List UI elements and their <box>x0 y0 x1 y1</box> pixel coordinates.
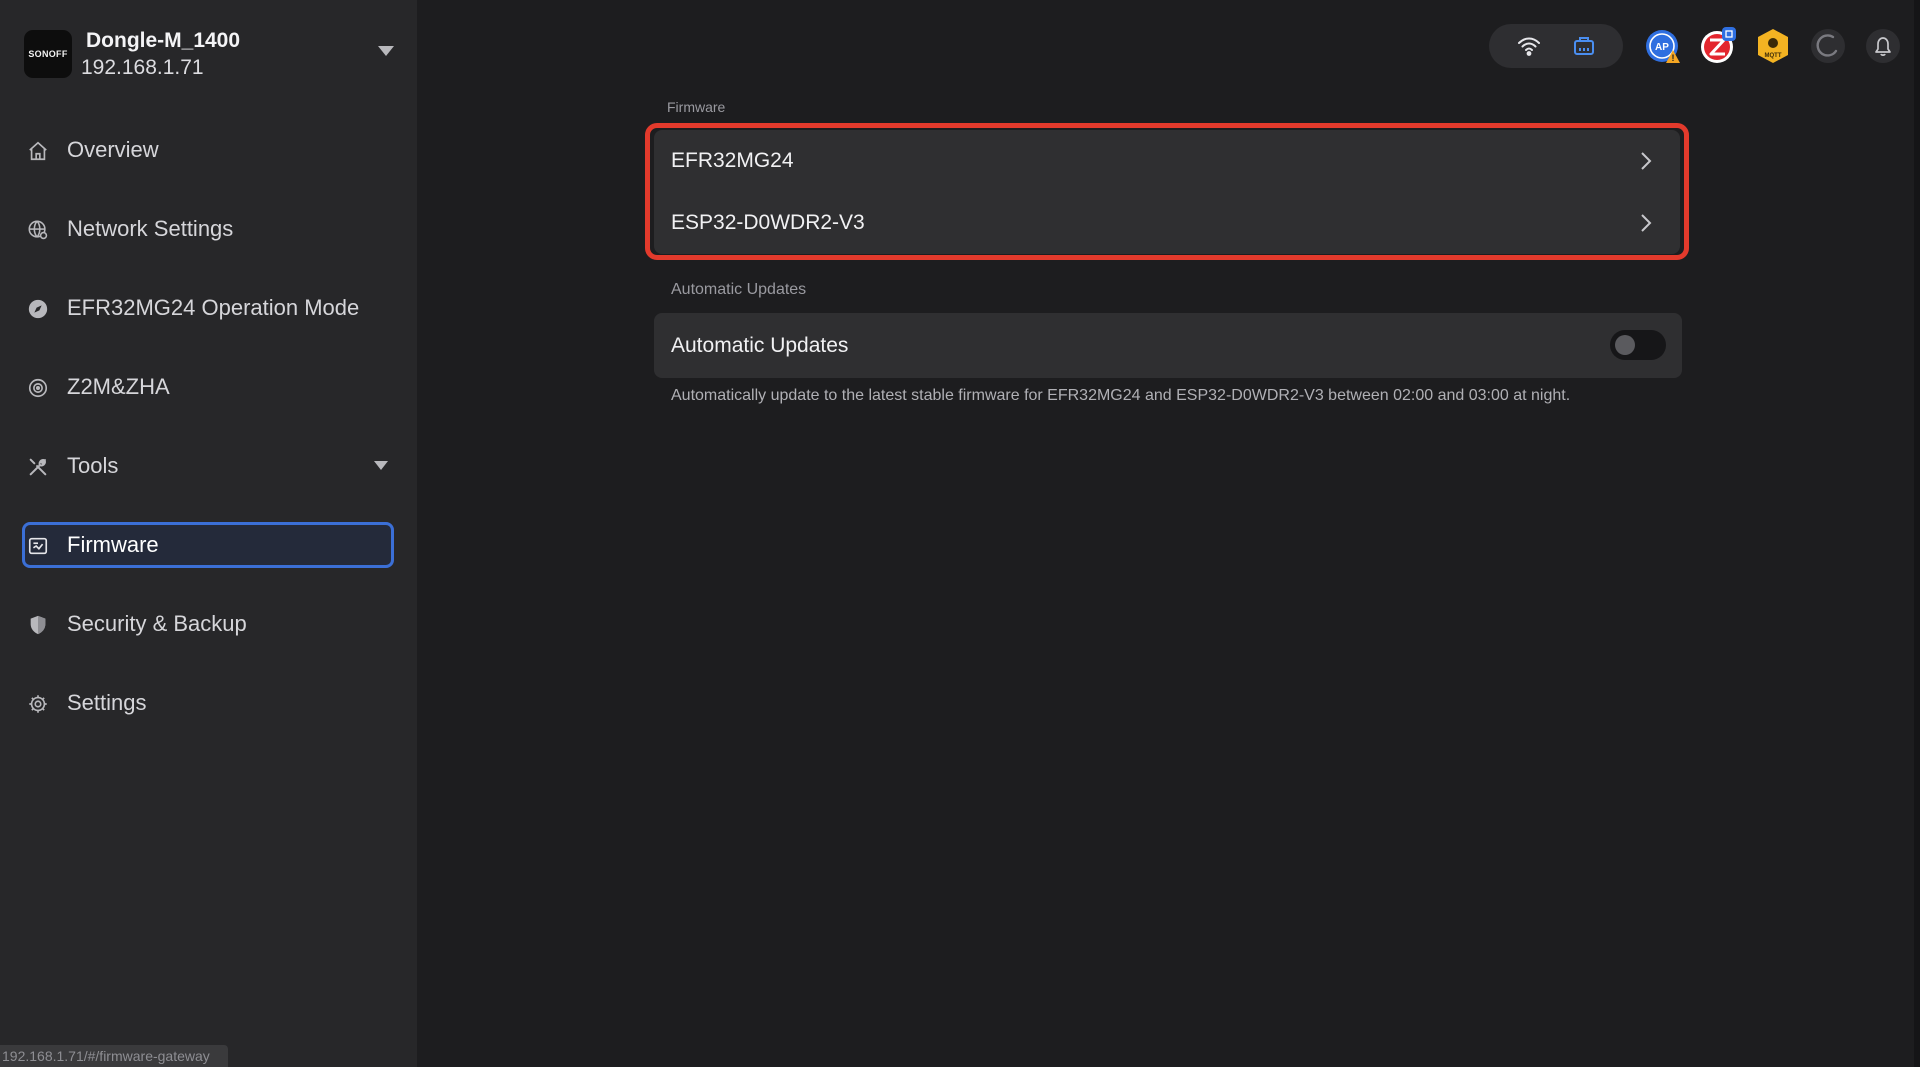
device-info: Dongle-M_1400 192.168.1.71 <box>81 27 241 82</box>
svg-text:AP: AP <box>1655 42 1669 53</box>
auto-updates-description: Automatically update to the latest stabl… <box>671 387 1571 404</box>
sidebar-item-label: Settings <box>67 690 147 715</box>
firmware-list: EFR32MG24 ESP32-D0WDR2-V3 <box>654 130 1680 254</box>
firmware-icon <box>28 537 48 555</box>
sidebar-item-label: Firmware <box>67 532 159 557</box>
globe-gear-icon <box>28 220 48 240</box>
radar-icon <box>28 378 48 398</box>
zigbee2mqtt-icon[interactable] <box>1699 27 1737 65</box>
firmware-item-name: EFR32MG24 <box>671 149 794 172</box>
toggle-knob <box>1615 335 1635 355</box>
sidebar-item-label: Z2M&ZHA <box>67 374 170 399</box>
auto-updates-title: Automatic Updates <box>671 333 849 357</box>
auto-updates-toggle[interactable] <box>1610 330 1666 360</box>
sidebar-item-z2m-zha[interactable]: Z2M&ZHA <box>22 364 394 410</box>
auto-updates-section-label: Automatic Updates <box>671 281 807 298</box>
firmware-section-label: Firmware <box>667 99 726 115</box>
sidebar-item-overview[interactable]: Overview <box>22 127 394 173</box>
firmware-item-name: ESP32-D0WDR2-V3 <box>671 211 865 234</box>
device-selector[interactable]: SONOFF Dongle-M_1400 192.168.1.71 <box>24 24 394 84</box>
sidebar-item-tools[interactable]: Tools <box>22 443 394 489</box>
svg-text:!: ! <box>1672 53 1675 63</box>
tools-icon <box>29 458 47 476</box>
gear-icon <box>29 695 47 713</box>
shield-icon <box>30 615 46 635</box>
device-ip: 192.168.1.71 <box>81 55 204 79</box>
sidebar-item-label: Security & Backup <box>67 611 247 636</box>
sidebar-item-label: Network Settings <box>67 216 234 241</box>
sidebar-item-security-backup[interactable]: Security & Backup <box>22 601 394 647</box>
connection-status-pill <box>1489 24 1623 68</box>
sidebar-item-label: Overview <box>67 137 159 162</box>
sidebar-item-network-settings[interactable]: Network Settings <box>22 206 394 252</box>
chevron-down-icon[interactable] <box>374 461 388 470</box>
firmware-item-efr32mg24[interactable]: EFR32MG24 <box>654 130 1680 192</box>
mqtt-icon[interactable]: MQTT <box>1754 27 1792 65</box>
sidebar-nav: Overview Network Settings EFR32MG24 Oper… <box>22 127 394 759</box>
sonoff-logo: SONOFF <box>24 30 72 78</box>
chevron-right-icon <box>1641 214 1652 232</box>
access-point-icon[interactable]: AP! <box>1644 27 1682 65</box>
auto-updates-card: Automatic Updates <box>654 313 1682 378</box>
sidebar-item-label: EFR32MG24 Operation Mode <box>67 295 360 320</box>
bell-icon[interactable] <box>1864 27 1902 65</box>
chevron-right-icon <box>1641 152 1652 170</box>
sidebar-item-settings[interactable]: Settings <box>22 680 394 726</box>
sidebar: SONOFF Dongle-M_1400 192.168.1.71 Overvi… <box>0 0 417 1067</box>
spinner-icon[interactable] <box>1809 27 1847 65</box>
chevron-down-icon[interactable] <box>378 46 394 56</box>
firmware-item-esp32[interactable]: ESP32-D0WDR2-V3 <box>654 192 1680 254</box>
compass-icon <box>28 299 48 319</box>
window-edge <box>1914 0 1920 1067</box>
status-url: 192.168.1.71/#/firmware-gateway <box>0 1045 228 1067</box>
device-name: Dongle-M_1400 <box>86 28 241 52</box>
svg-text:MQTT: MQTT <box>1765 53 1782 59</box>
sidebar-item-label: Tools <box>67 453 119 478</box>
ethernet-icon[interactable] <box>1572 35 1596 57</box>
home-icon <box>29 141 47 161</box>
sidebar-item-firmware[interactable]: Firmware <box>22 522 394 568</box>
sidebar-item-operation-mode[interactable]: EFR32MG24 Operation Mode <box>22 285 394 331</box>
wifi-icon[interactable] <box>1517 35 1541 57</box>
logo-text: SONOFF <box>28 49 68 59</box>
